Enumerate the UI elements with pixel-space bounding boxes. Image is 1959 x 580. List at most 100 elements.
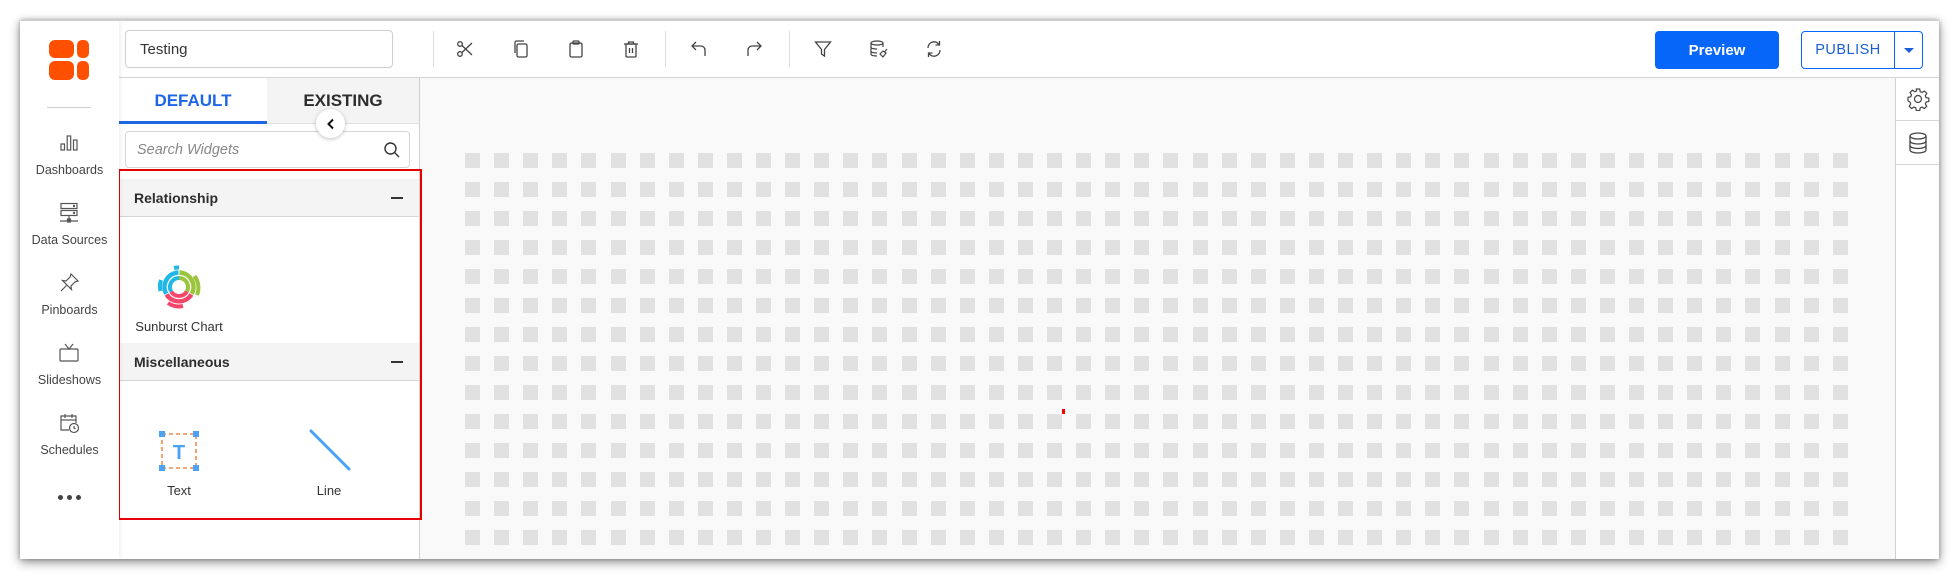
grid-cell xyxy=(727,472,742,487)
sunburst-chart-icon xyxy=(157,265,201,309)
grid-cell xyxy=(1105,530,1120,545)
grid-cell xyxy=(1833,240,1848,255)
grid-cell xyxy=(1105,472,1120,487)
publish-dropdown-button[interactable] xyxy=(1894,32,1922,68)
paste-button[interactable] xyxy=(564,37,588,61)
more-horizontal-icon[interactable] xyxy=(54,489,84,505)
grid-cell xyxy=(1396,356,1411,371)
grid-cell xyxy=(523,240,538,255)
grid-cell xyxy=(1163,327,1178,342)
grid-cell xyxy=(989,385,1004,400)
grid-cell xyxy=(1047,356,1062,371)
data-button[interactable] xyxy=(1896,122,1939,165)
filter-button[interactable] xyxy=(811,37,835,61)
grid-cell xyxy=(640,182,655,197)
grid-cell xyxy=(1629,356,1644,371)
tab-default[interactable]: DEFAULT xyxy=(119,78,267,124)
grid-cell xyxy=(1396,153,1411,168)
collapse-panel-button[interactable] xyxy=(316,109,345,138)
nav-item-schedules[interactable]: Schedules xyxy=(20,411,119,473)
grid-cell xyxy=(1629,327,1644,342)
grid-cell xyxy=(465,240,480,255)
grid-cell xyxy=(611,443,626,458)
copy-button[interactable] xyxy=(509,37,533,61)
widget-line[interactable]: Line xyxy=(269,429,389,505)
grid-cell xyxy=(1425,298,1440,313)
grid-cell xyxy=(1542,269,1557,284)
grid-cell xyxy=(931,414,946,429)
grid-cell xyxy=(1134,414,1149,429)
boldbi-logo-icon[interactable] xyxy=(49,40,89,80)
grid-cell xyxy=(843,443,858,458)
group-header-relationship[interactable]: Relationship xyxy=(119,179,419,217)
grid-cell xyxy=(727,356,742,371)
publish-button[interactable]: PUBLISH xyxy=(1802,32,1894,68)
grid-cell xyxy=(1804,530,1819,545)
grid-cell xyxy=(1716,530,1731,545)
grid-cell xyxy=(1775,211,1790,226)
widget-sunburst-chart[interactable]: Sunburst Chart xyxy=(119,265,239,341)
grid-cell xyxy=(960,356,975,371)
search-icon[interactable] xyxy=(383,141,401,159)
grid-cell xyxy=(1775,182,1790,197)
redo-button[interactable] xyxy=(742,37,766,61)
grid-cell xyxy=(1193,153,1208,168)
collapse-icon[interactable] xyxy=(391,197,403,199)
grid-cell xyxy=(727,182,742,197)
grid-cell xyxy=(1600,414,1615,429)
grid-cell xyxy=(523,269,538,284)
nav-item-data-sources[interactable]: Data Sources xyxy=(20,201,119,263)
grid-cell xyxy=(1193,443,1208,458)
grid-cell xyxy=(989,153,1004,168)
grid-cell xyxy=(1542,153,1557,168)
grid-cell xyxy=(581,298,596,313)
grid-cell xyxy=(1193,530,1208,545)
grid-cell xyxy=(1047,443,1062,458)
grid-cell xyxy=(1745,443,1760,458)
grid-cell xyxy=(1222,530,1237,545)
grid-cell xyxy=(989,530,1004,545)
grid-cell xyxy=(1600,153,1615,168)
grid-cell xyxy=(902,269,917,284)
grid-cell xyxy=(1105,153,1120,168)
grid-cell xyxy=(1163,240,1178,255)
grid-cell xyxy=(1775,501,1790,516)
grid-cell xyxy=(669,414,684,429)
undo-button[interactable] xyxy=(687,37,711,61)
grid-cell xyxy=(552,240,567,255)
grid-cell xyxy=(872,414,887,429)
grid-cell xyxy=(611,240,626,255)
refresh-button[interactable] xyxy=(922,37,946,61)
widget-text[interactable]: T Text xyxy=(119,429,239,505)
grid-cell xyxy=(785,211,800,226)
delete-button[interactable] xyxy=(619,37,643,61)
grid-cell xyxy=(1454,385,1469,400)
nav-item-dashboards[interactable]: Dashboards xyxy=(20,131,119,193)
grid-cell xyxy=(1280,269,1295,284)
grid-cell xyxy=(931,443,946,458)
design-canvas[interactable] xyxy=(420,78,1895,559)
grid-cell xyxy=(1222,327,1237,342)
cut-button[interactable] xyxy=(453,37,477,61)
grid-cell xyxy=(640,298,655,313)
grid-cell xyxy=(611,211,626,226)
clear-cache-button[interactable] xyxy=(867,37,891,61)
grid-cell xyxy=(669,298,684,313)
database-icon xyxy=(1908,132,1927,154)
dashboard-title-input[interactable] xyxy=(125,30,393,68)
grid-cell xyxy=(1745,356,1760,371)
grid-cell xyxy=(1833,443,1848,458)
grid-cell xyxy=(1687,327,1702,342)
collapse-icon[interactable] xyxy=(391,361,403,363)
grid-cell xyxy=(698,211,713,226)
grid-cell xyxy=(1454,327,1469,342)
grid-cell xyxy=(1454,501,1469,516)
group-header-miscellaneous[interactable]: Miscellaneous xyxy=(119,343,419,381)
nav-item-slideshows[interactable]: Slideshows xyxy=(20,341,119,403)
grid-cell xyxy=(698,443,713,458)
nav-item-pinboards[interactable]: Pinboards xyxy=(20,271,119,333)
grid-cell xyxy=(1600,182,1615,197)
settings-button[interactable] xyxy=(1896,78,1939,121)
grid-cell xyxy=(494,153,509,168)
preview-button[interactable]: Preview xyxy=(1655,31,1779,69)
